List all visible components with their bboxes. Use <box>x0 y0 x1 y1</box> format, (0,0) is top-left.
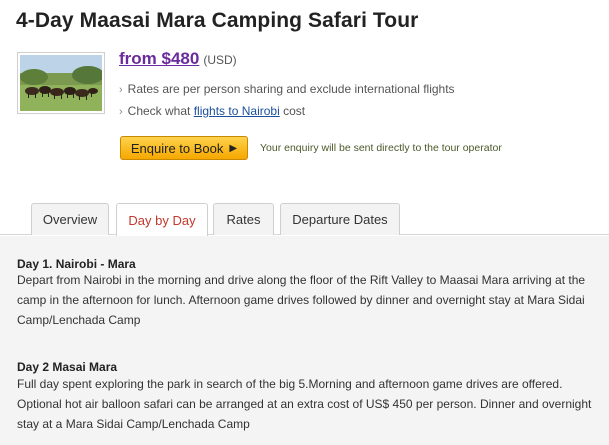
chevron-right-icon: › <box>119 106 123 118</box>
tab-rates[interactable]: Rates <box>213 203 274 235</box>
flights-prefix: Check what <box>127 104 194 118</box>
enquiry-note: Your enquiry will be sent directly to th… <box>260 142 502 154</box>
play-arrow-icon: ▶ <box>229 142 238 154</box>
rates-note-text: Rates are per person sharing and exclude… <box>127 82 455 96</box>
price-link[interactable]: from $480 <box>119 49 199 68</box>
tour-thumbnail[interactable] <box>17 52 105 114</box>
chevron-right-icon: › <box>119 84 123 96</box>
flights-to-nairobi-link[interactable]: flights to Nairobi <box>194 104 280 118</box>
tab-bar: Overview Day by Day Rates Departure Date… <box>0 203 609 236</box>
tab-day-by-day[interactable]: Day by Day <box>116 203 208 236</box>
tab-overview[interactable]: Overview <box>31 203 109 235</box>
itinerary-panel: Day 1. Nairobi - Mara Depart from Nairob… <box>0 236 609 445</box>
day-description: Full day spent exploring the park in sea… <box>17 377 592 431</box>
day-description: Depart from Nairobi in the morning and d… <box>17 273 586 327</box>
rates-note: › Rates are per person sharing and exclud… <box>119 82 455 96</box>
flights-note: › Check what flights to Nairobi cost <box>119 104 305 118</box>
day-title: Day 1. Nairobi - Mara <box>17 257 136 271</box>
enquire-button-label: Enquire to Book <box>130 140 224 156</box>
day-title: Day 2 Masai Mara <box>17 360 118 374</box>
enquire-to-book-button[interactable]: Enquire to Book ▶ <box>120 136 248 160</box>
page-title: 4-Day Maasai Mara Camping Safari Tour <box>16 9 419 32</box>
flights-suffix: cost <box>279 104 306 118</box>
tab-departure-dates[interactable]: Departure Dates <box>280 203 400 235</box>
safari-photo-image <box>20 55 102 111</box>
currency-label: (USD) <box>203 53 237 67</box>
price-line: from $480 (USD) <box>119 49 237 69</box>
